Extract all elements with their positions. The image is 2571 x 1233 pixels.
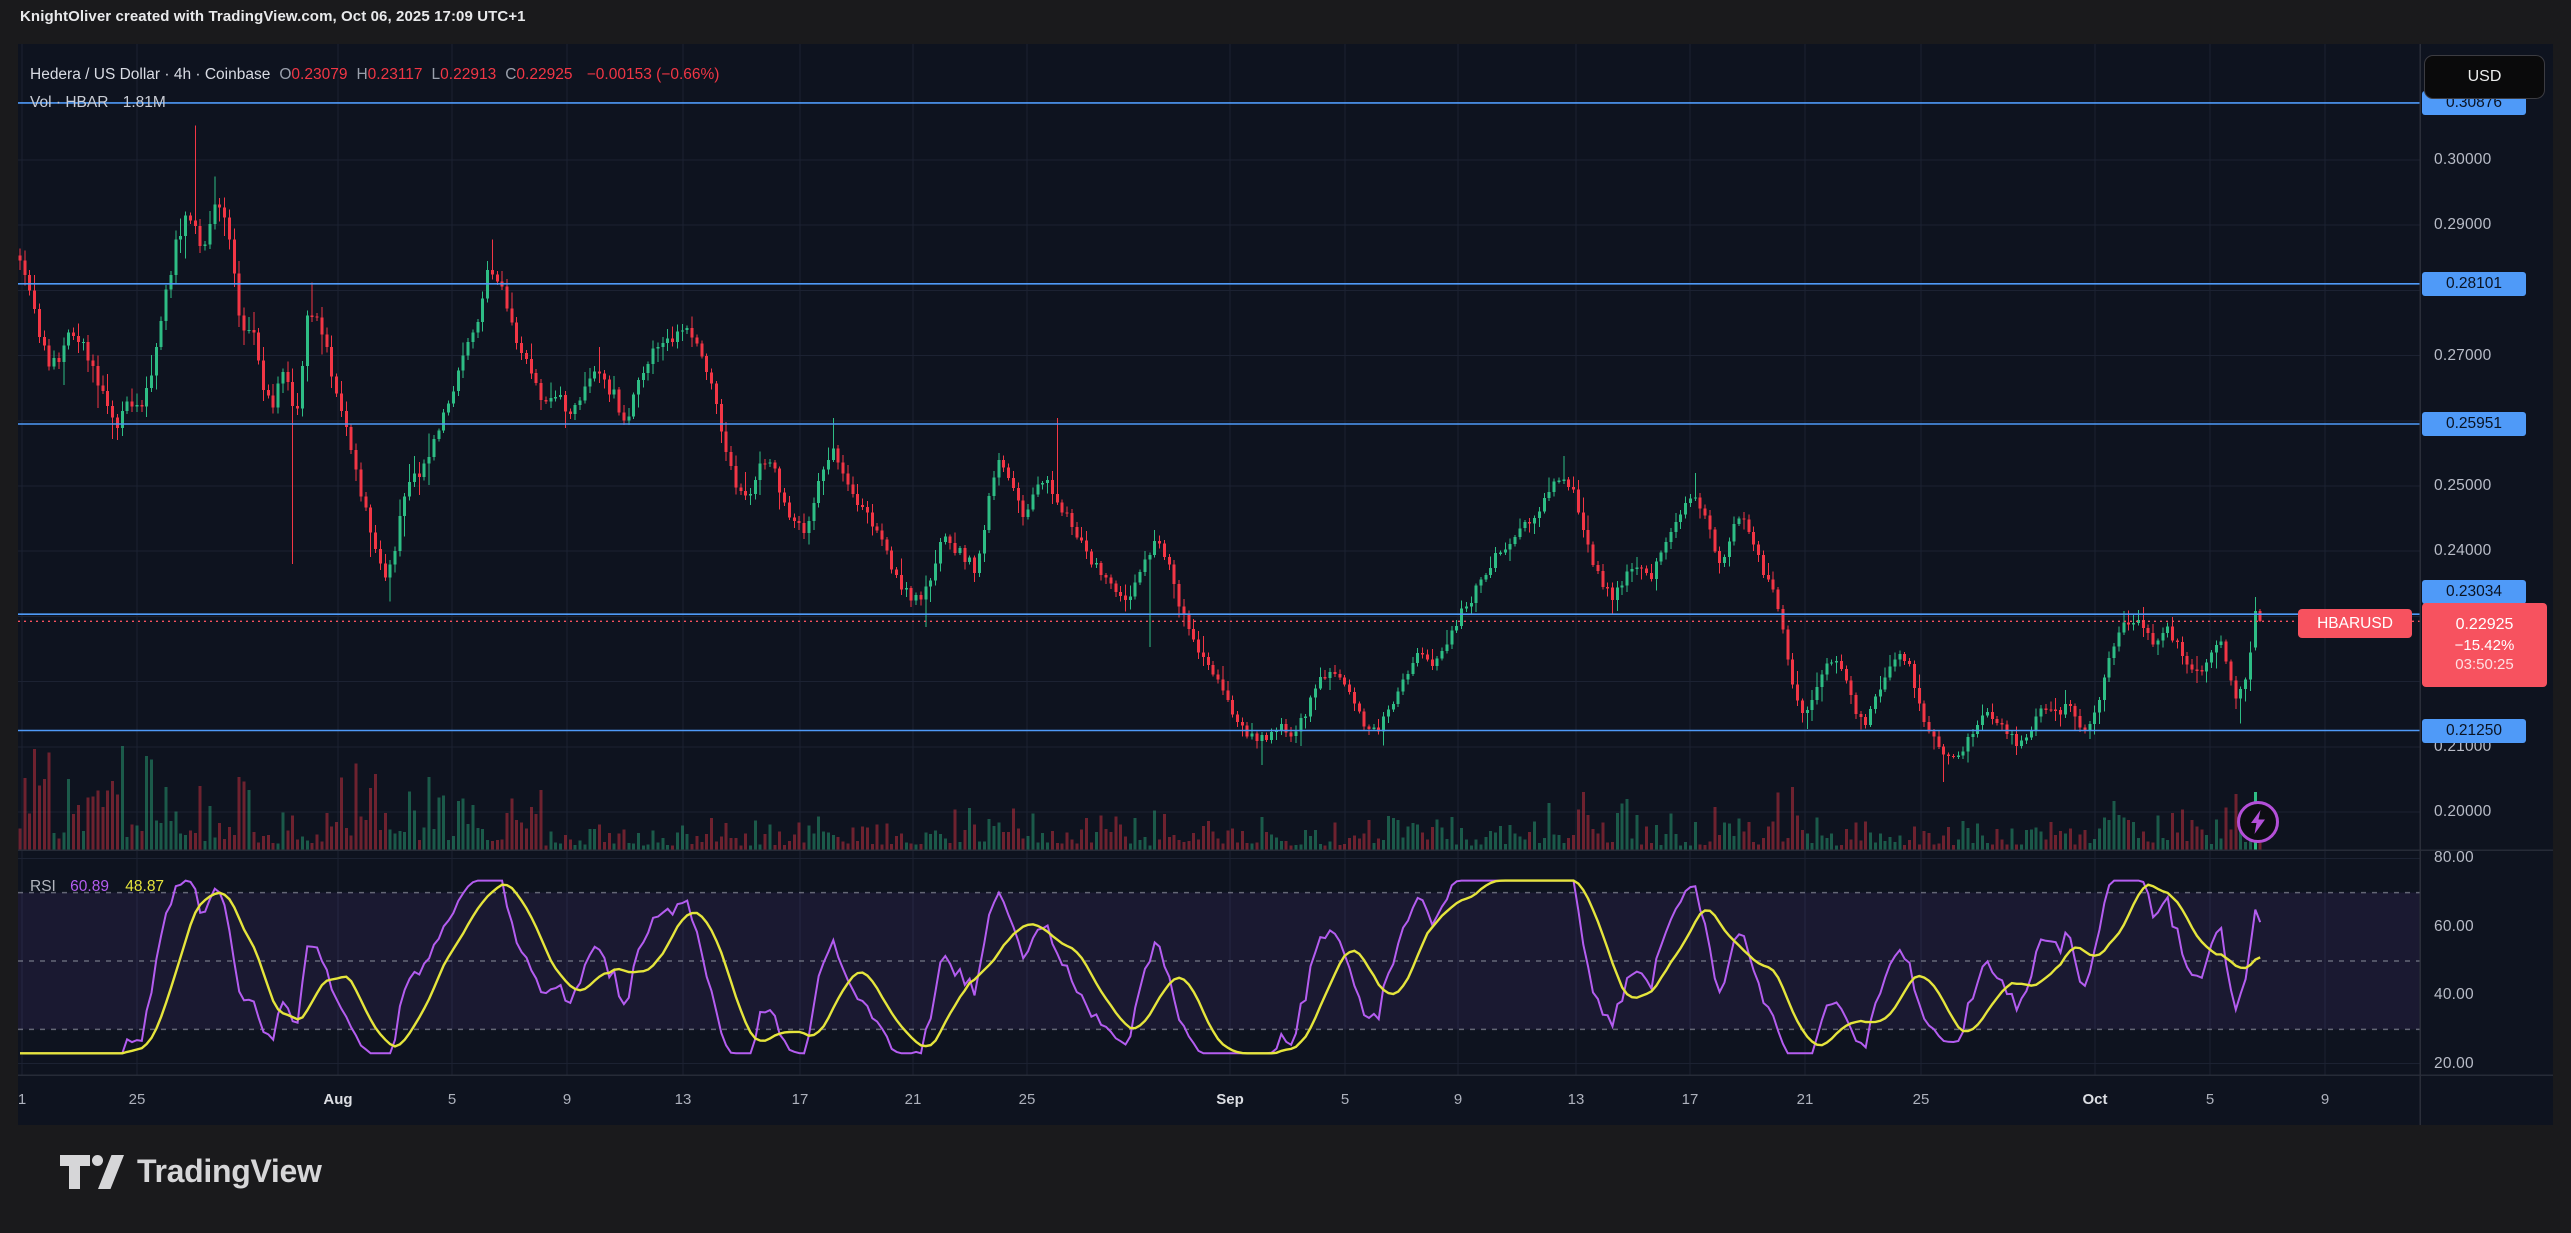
change-value: −0.00153 (−0.66%): [587, 66, 720, 83]
rsi-tick-label: 20.00: [2434, 1055, 2474, 1073]
chart-canvas[interactable]: [18, 44, 2553, 1125]
time-tick-label: 5: [2206, 1091, 2214, 1108]
time-tick-label: Sep: [1216, 1091, 1244, 1108]
chart-panel[interactable]: Hedera / US Dollar · 4h · CoinbaseO0.230…: [18, 44, 2553, 1125]
ohlc-key: C: [505, 66, 516, 83]
alert-level-label[interactable]: 0.25951: [2422, 412, 2526, 436]
time-tick-label: 9: [1454, 1091, 1462, 1108]
volume-legend[interactable]: Vol · HBAR 1.81M: [30, 94, 166, 112]
time-tick-label: 13: [1568, 1091, 1585, 1108]
time-tick-label: 9: [563, 1091, 571, 1108]
volume-label: Vol · HBAR: [30, 94, 108, 111]
symbol-pill-text: HBARUSD: [2317, 615, 2393, 633]
currency-label: USD: [2468, 68, 2502, 86]
rsi-label: RSI: [30, 878, 56, 895]
candlesticks: [19, 125, 2262, 782]
tradingview-logo-text: TradingView: [137, 1153, 322, 1190]
ohlc-value: 0.22925: [516, 66, 572, 83]
currency-toggle-button[interactable]: USD: [2424, 55, 2545, 99]
tradingview-logo-icon: [60, 1155, 124, 1189]
alert-level-label[interactable]: 0.21250: [2422, 719, 2526, 743]
alert-level-label[interactable]: 0.23034: [2422, 580, 2526, 604]
rsi-tick-label: 80.00: [2434, 849, 2474, 867]
time-tick-label: 21: [1797, 1091, 1814, 1108]
symbol-price-line-pill[interactable]: HBARUSD: [2298, 609, 2412, 638]
symbol-legend[interactable]: Hedera / US Dollar · 4h · Coinbase O0.230…: [30, 66, 719, 84]
tradingview-screenshot: KnightOliver created with TradingView.co…: [0, 0, 2571, 1233]
price-tick-label: 0.30000: [2434, 151, 2491, 169]
rsi-tick-label: 60.00: [2434, 918, 2474, 936]
last-price-label[interactable]: 0.22925 −15.42% 03:50:25: [2422, 603, 2547, 687]
time-tick-label: Aug: [323, 1091, 352, 1108]
time-tick-label: Oct: [2082, 1091, 2107, 1108]
instant-order-button[interactable]: [2237, 801, 2279, 843]
volume-value: 1.81M: [123, 94, 166, 111]
ohlc-key: L: [432, 66, 441, 83]
price-tick-label: 0.29000: [2434, 216, 2491, 234]
rsi-ma-value: 48.87: [125, 878, 164, 895]
tradingview-logo[interactable]: TradingView: [60, 1153, 322, 1190]
bar-countdown: 03:50:25: [2455, 655, 2513, 675]
ohlc-value: 0.23117: [368, 66, 423, 83]
time-tick-label: 21: [905, 1091, 922, 1108]
time-tick-label: 25: [129, 1091, 146, 1108]
price-axis[interactable]: 0.300000.290000.270000.250000.240000.220…: [2420, 44, 2553, 1125]
symbol-title: Hedera / US Dollar · 4h · Coinbase: [30, 66, 270, 83]
lightning-icon: [2248, 810, 2268, 834]
time-tick-label: 17: [1682, 1091, 1699, 1108]
price-tick-label: 0.27000: [2434, 347, 2491, 365]
alert-level-label[interactable]: 0.28101: [2422, 272, 2526, 296]
alert-level-lines[interactable]: [18, 103, 2420, 731]
time-tick-label: 5: [448, 1091, 456, 1108]
footer-bar: TradingView: [0, 1125, 2571, 1233]
last-price-change: −15.42%: [2455, 636, 2515, 656]
volume-bars: [19, 746, 2262, 850]
time-tick-label: 5: [1341, 1091, 1349, 1108]
rsi-band: [18, 893, 2420, 1030]
time-tick-label: 25: [1913, 1091, 1930, 1108]
price-tick-label: 0.24000: [2434, 542, 2491, 560]
time-tick-label: 13: [675, 1091, 692, 1108]
rsi-tick-label: 40.00: [2434, 986, 2474, 1004]
time-tick-label: 17: [792, 1091, 809, 1108]
rsi-legend[interactable]: RSI 60.89 48.87: [30, 878, 164, 896]
price-tick-label: 0.20000: [2434, 803, 2491, 821]
ohlc-key: H: [356, 66, 367, 83]
last-price-value: 0.22925: [2456, 615, 2514, 636]
ohlc-value: 0.22913: [440, 66, 496, 83]
rsi-value: 60.89: [70, 878, 109, 895]
time-tick-label: 25: [1019, 1091, 1036, 1108]
ohlc-key: O: [279, 66, 291, 83]
ohlc-value: 0.23079: [291, 66, 347, 83]
attribution-text: KnightOliver created with TradingView.co…: [20, 8, 526, 25]
time-tick-label: 9: [2321, 1091, 2329, 1108]
price-tick-label: 0.25000: [2434, 477, 2491, 495]
time-tick-label: 1: [18, 1091, 26, 1108]
